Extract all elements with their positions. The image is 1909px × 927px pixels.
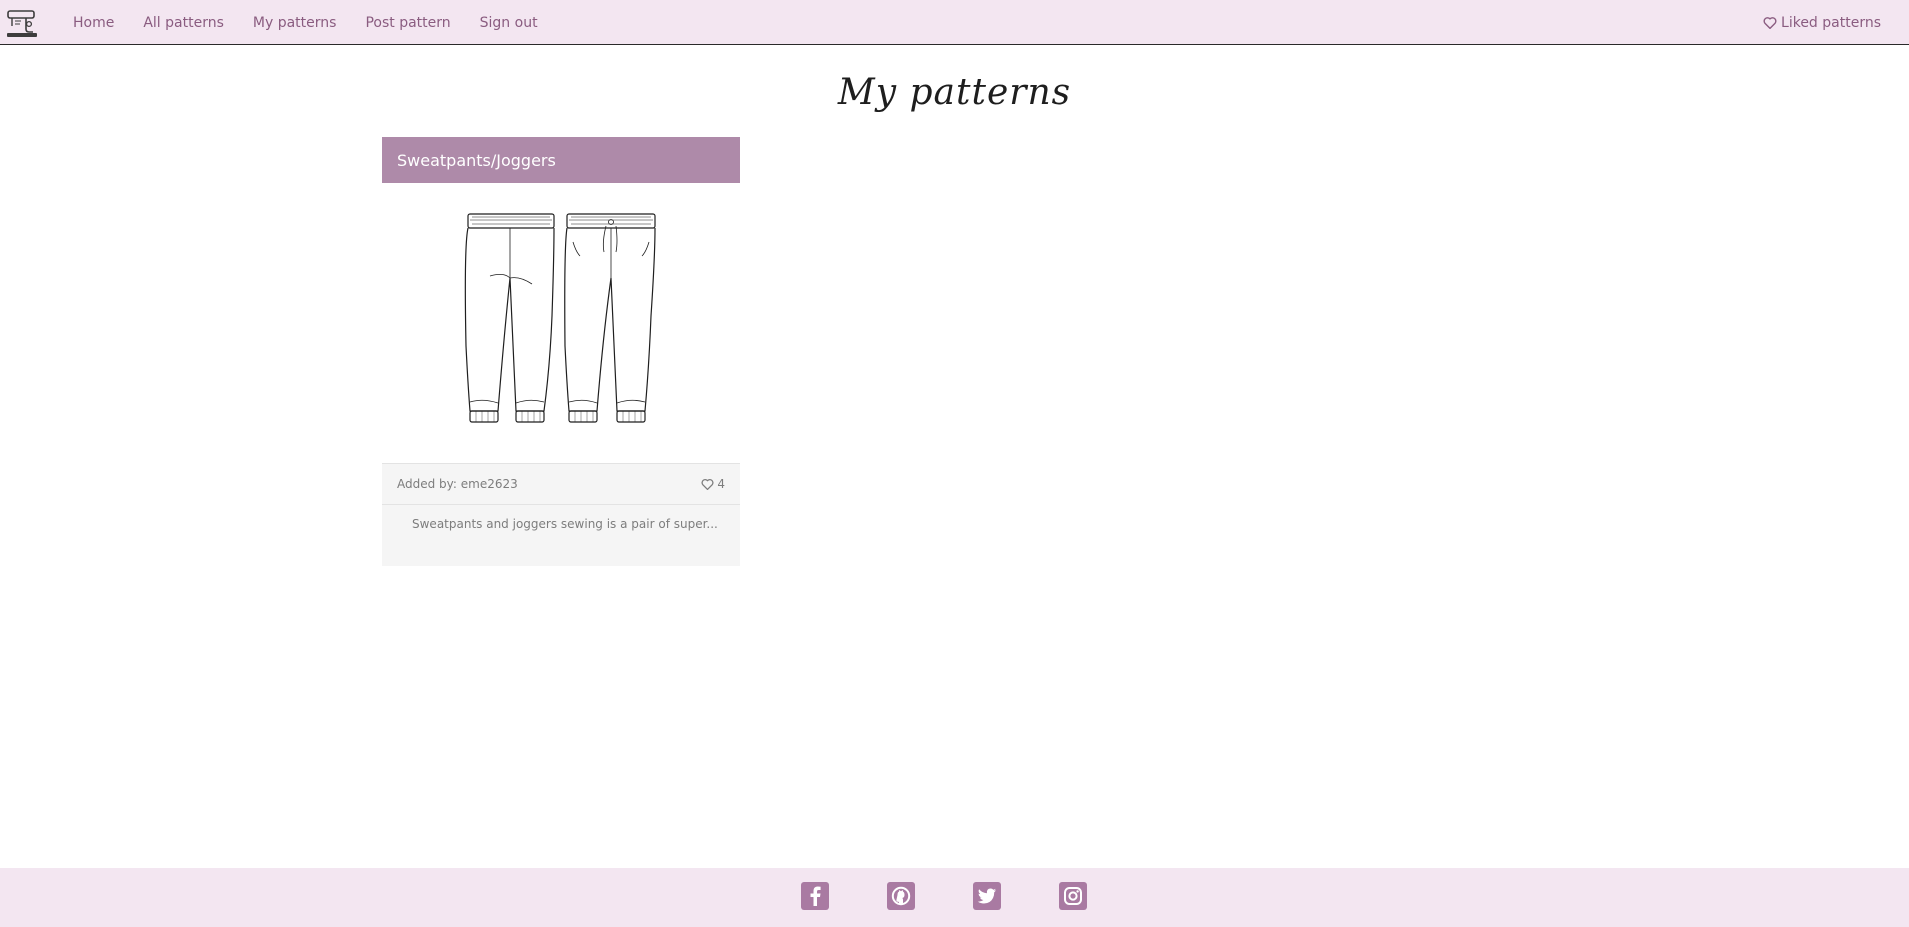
added-by-text: Added by: eme2623 (397, 477, 518, 491)
pattern-card-title[interactable]: Sweatpants/Joggers (382, 137, 740, 183)
footer (0, 868, 1909, 927)
nav-post-pattern-link[interactable]: Post pattern (359, 15, 456, 31)
pattern-description: Sweatpants and joggers sewing is a pair … (412, 517, 718, 531)
pattern-card: Sweatpants/Joggers Added by: eme2623 4 S… (382, 137, 740, 566)
liked-patterns-label: Liked patterns (1781, 14, 1881, 31)
sweatpants-illustration (464, 212, 656, 423)
instagram-link[interactable] (1059, 882, 1087, 910)
nav-sign-out-link[interactable]: Sign out (474, 15, 544, 31)
liked-patterns-link[interactable]: Liked patterns (1763, 0, 1881, 45)
twitter-link[interactable] (973, 882, 1001, 910)
nav-home-link[interactable]: Home (67, 15, 120, 31)
nav-all-patterns-link[interactable]: All patterns (137, 15, 230, 31)
pattern-image[interactable] (382, 183, 740, 464)
heart-icon (701, 478, 714, 490)
page-title: My patterns (837, 72, 1072, 113)
nav-my-patterns-link[interactable]: My patterns (247, 15, 343, 31)
navbar: Home All patterns My patterns Post patte… (0, 0, 1909, 45)
like-count: 4 (717, 477, 725, 491)
github-link[interactable] (887, 882, 915, 910)
instagram-icon (1064, 887, 1082, 905)
github-icon (891, 886, 911, 906)
twitter-icon (977, 888, 996, 903)
facebook-link[interactable] (801, 882, 829, 910)
sewing-machine-logo-icon[interactable] (5, 7, 39, 39)
nav-links: Home All patterns My patterns Post patte… (58, 0, 552, 45)
facebook-icon (810, 886, 821, 906)
pattern-meta: Added by: eme2623 4 (382, 464, 740, 505)
like-button[interactable]: 4 (701, 477, 725, 491)
heart-icon (1763, 17, 1777, 29)
